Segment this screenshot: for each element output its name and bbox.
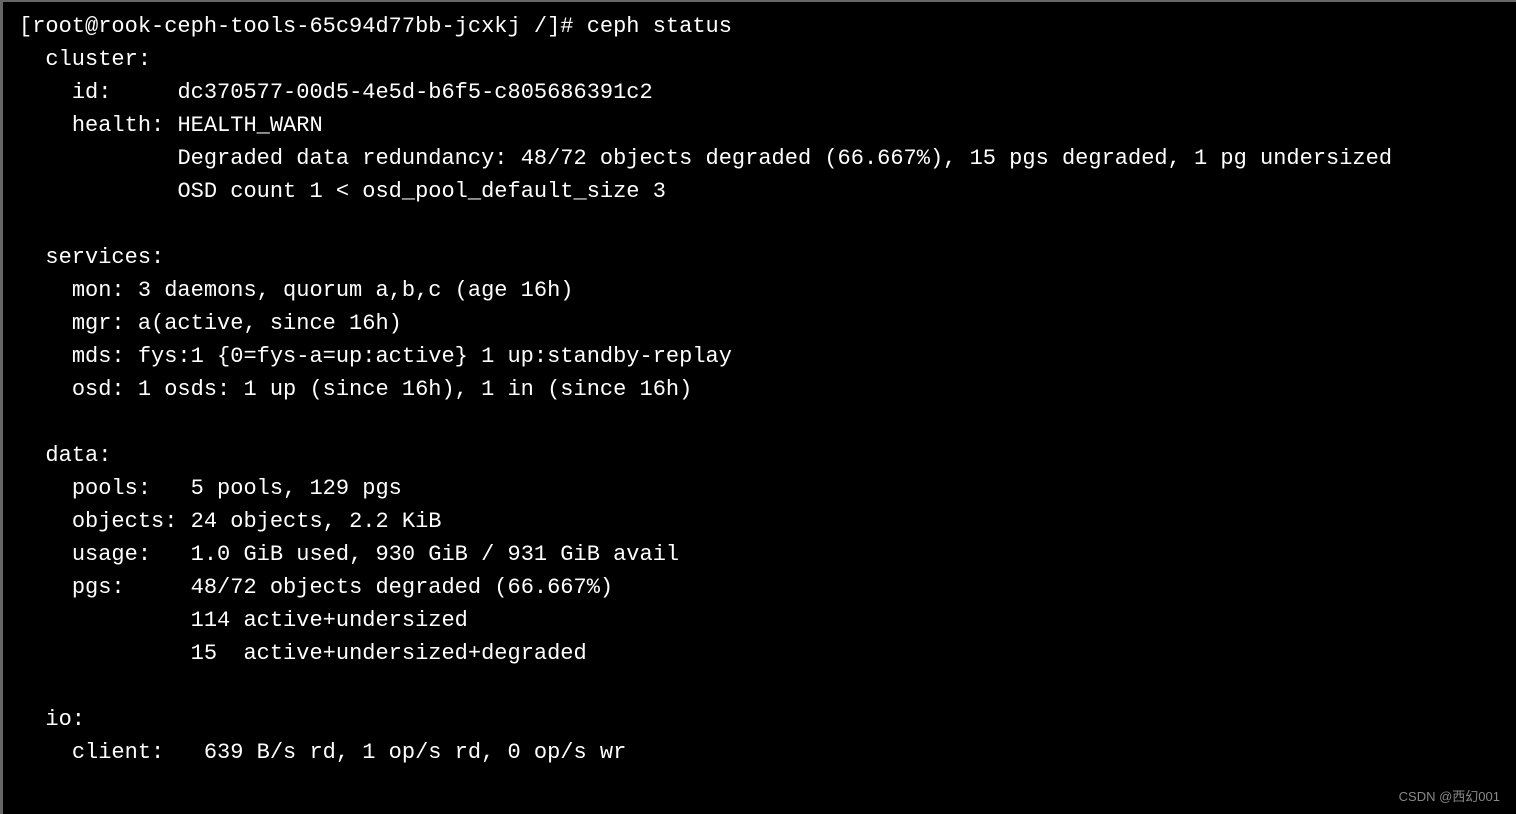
cluster-health-label: health: [72, 113, 164, 138]
data-pgs-value: 48/72 objects degraded (66.667%) [191, 575, 613, 600]
watermark: CSDN @西幻001 [1399, 787, 1500, 807]
services-mds: mds: fys:1 {0=fys-a=up:active} 1 up:stan… [72, 344, 732, 369]
services-header: services: [45, 245, 164, 270]
data-objects-value: 24 objects, 2.2 KiB [191, 509, 442, 534]
data-usage-value: 1.0 GiB used, 930 GiB / 931 GiB avail [191, 542, 679, 567]
prompt-path: / [534, 14, 547, 39]
services-mon: mon: 3 daemons, quorum a,b,c (age 16h) [72, 278, 574, 303]
data-usage-label: usage: [72, 542, 151, 567]
cluster-id-value: dc370577-00d5-4e5d-b6f5-c805686391c2 [177, 80, 652, 105]
cluster-header: cluster: [45, 47, 151, 72]
terminal-output: [root@rook-ceph-tools-65c94d77bb-jcxkj /… [19, 10, 1500, 769]
prompt-symbol: # [560, 14, 573, 39]
cluster-id-label: id: [72, 80, 112, 105]
data-pgs-label: pgs: [72, 575, 125, 600]
data-objects-label: objects: [72, 509, 178, 534]
prompt-user: root [32, 14, 85, 39]
prompt-line: [root@rook-ceph-tools-65c94d77bb-jcxkj /… [19, 14, 732, 39]
prompt-host: rook-ceph-tools-65c94d77bb-jcxkj [98, 14, 520, 39]
cluster-health-value: HEALTH_WARN [177, 113, 322, 138]
io-client-label: client: [72, 740, 164, 765]
io-client-value: 639 B/s rd, 1 op/s rd, 0 op/s wr [204, 740, 626, 765]
command-text: ceph status [587, 14, 732, 39]
data-pgs-detail2: 15 active+undersized+degraded [191, 641, 587, 666]
io-header: io: [45, 707, 85, 732]
services-mgr: mgr: a(active, since 16h) [72, 311, 402, 336]
data-pgs-detail1: 114 active+undersized [191, 608, 468, 633]
cluster-health-detail2: OSD count 1 < osd_pool_default_size 3 [177, 179, 665, 204]
data-pools-value: 5 pools, 129 pgs [191, 476, 402, 501]
data-header: data: [45, 443, 111, 468]
cluster-health-detail1: Degraded data redundancy: 48/72 objects … [177, 146, 1392, 171]
services-osd: osd: 1 osds: 1 up (since 16h), 1 in (sin… [72, 377, 693, 402]
data-pools-label: pools: [72, 476, 151, 501]
